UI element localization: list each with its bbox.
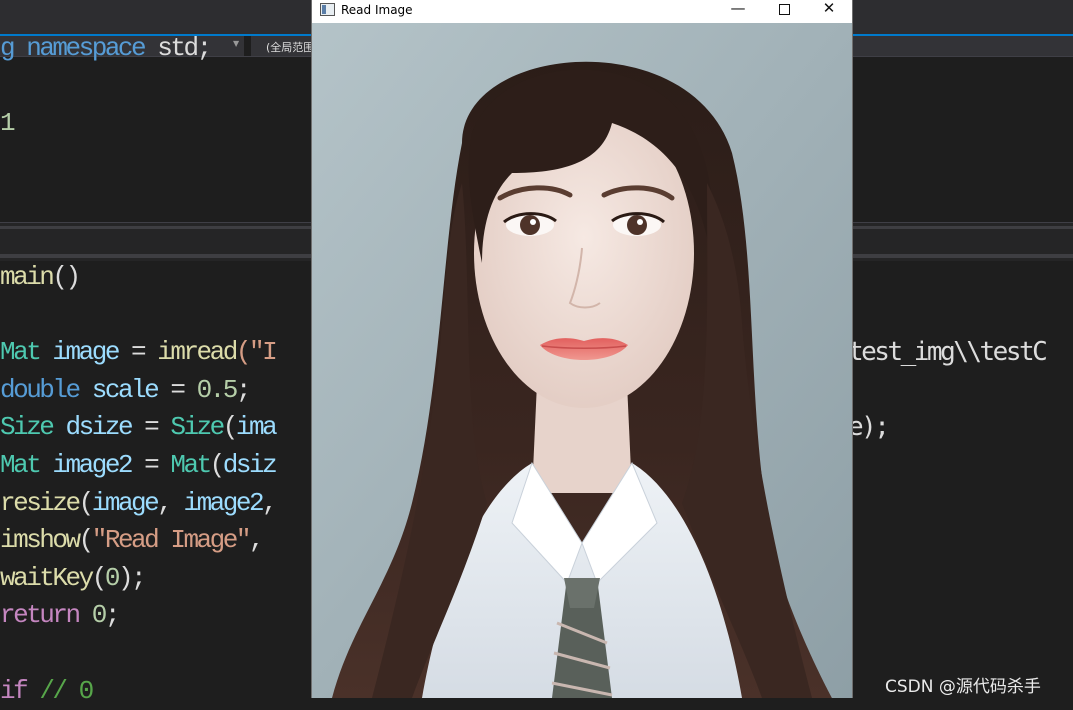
csdn-watermark: CSDN @源代码杀手 (885, 677, 1041, 697)
portrait-photo (312, 23, 852, 698)
code-token: ( (91, 562, 108, 593)
maximize-button[interactable] (761, 0, 807, 23)
code-editor-top[interactable]: g namespace std; 1 (0, 30, 212, 143)
code-token: ; (235, 374, 252, 405)
code-token: imread (157, 337, 238, 368)
code-line[interactable]: Mat image2 = Mat(dsiz (0, 447, 278, 485)
code-token: image2 (52, 449, 133, 480)
code-token: image (52, 337, 120, 368)
code-token: ( (209, 449, 226, 480)
code-line[interactable] (0, 635, 275, 673)
code-token: ( (78, 487, 95, 518)
code-line[interactable]: Mat image = imread("I (0, 334, 278, 372)
code-token: 0 (91, 600, 108, 631)
code-token: ima (235, 412, 278, 443)
code-token: image2 (183, 487, 264, 518)
code-token: ("I (235, 337, 278, 368)
code-line[interactable]: Size dsize = Size(ima (0, 409, 278, 447)
code-token: 1 (0, 108, 16, 139)
close-icon: ✕ (822, 0, 836, 17)
code-token: Size (170, 412, 225, 443)
window-title-bar[interactable]: Read Image — ✕ (312, 0, 852, 23)
code-line[interactable]: waitKey(0); (0, 560, 275, 598)
code-line[interactable] (0, 68, 210, 106)
code-token: () (52, 262, 81, 292)
code-token: = (117, 337, 158, 368)
code-token: if (0, 675, 29, 706)
code-token: namespace (26, 33, 146, 63)
code-token: , (157, 487, 184, 518)
code-token: Mat (170, 449, 212, 480)
code-token: double (0, 374, 81, 405)
code-token: dsize (65, 412, 134, 443)
code-line[interactable]: main() (0, 259, 275, 297)
code-line[interactable]: double scale = 0.5; (0, 372, 275, 410)
code-line[interactable]: 1 (0, 105, 210, 143)
code-token: ); (117, 562, 147, 593)
window-title: Read Image (341, 3, 413, 17)
read-image-window[interactable]: Read Image — ✕ (311, 0, 853, 698)
code-line[interactable]: imshow("Read Image", (0, 522, 275, 560)
code-token: dsiz (222, 449, 278, 480)
code-token: Mat (0, 337, 42, 368)
code-token: main (0, 262, 55, 292)
code-token: = (131, 449, 171, 480)
app-icon (320, 3, 335, 16)
code-token: waitKey (0, 562, 94, 593)
code-token: return (0, 600, 81, 631)
code-editor-main[interactable]: main() Mat image = imread("I double scale… (0, 259, 278, 710)
code-token: Mat (0, 449, 42, 480)
code-token: ; (104, 600, 121, 631)
code-token: ( (78, 525, 95, 556)
code-token: 0.5 (196, 374, 239, 405)
code-fragment-size-end: e); (848, 412, 890, 442)
code-token: 0 (104, 562, 121, 593)
code-line[interactable]: return 0; (0, 597, 275, 635)
code-token: resize (0, 487, 81, 518)
close-button[interactable]: ✕ (806, 0, 852, 23)
code-token: imshow (0, 525, 81, 556)
code-token: ( (222, 412, 239, 443)
code-line[interactable]: resize(image, image2, (0, 485, 278, 523)
code-line[interactable]: g namespace std; (0, 30, 212, 68)
maximize-icon (778, 4, 790, 15)
code-line[interactable] (0, 297, 275, 335)
code-token: g (0, 33, 27, 63)
code-token: std; (144, 33, 212, 63)
code-line[interactable]: if // 0 (0, 673, 275, 710)
code-token: , (248, 525, 265, 556)
code-token: "Read Image" (91, 525, 252, 556)
code-token: , (262, 487, 278, 518)
code-token: = (131, 412, 171, 443)
code-token: = (157, 374, 197, 405)
code-token: Size (0, 412, 55, 443)
code-token: image (91, 487, 160, 518)
code-token: scale (91, 374, 160, 405)
code-fragment-imread-path: test_img\\testC (848, 337, 1048, 367)
minimize-button[interactable]: — (715, 0, 761, 23)
minimize-icon: — (730, 0, 746, 17)
chevron-down-icon[interactable]: ▼ (233, 39, 239, 48)
code-token: // 0 (39, 675, 94, 706)
